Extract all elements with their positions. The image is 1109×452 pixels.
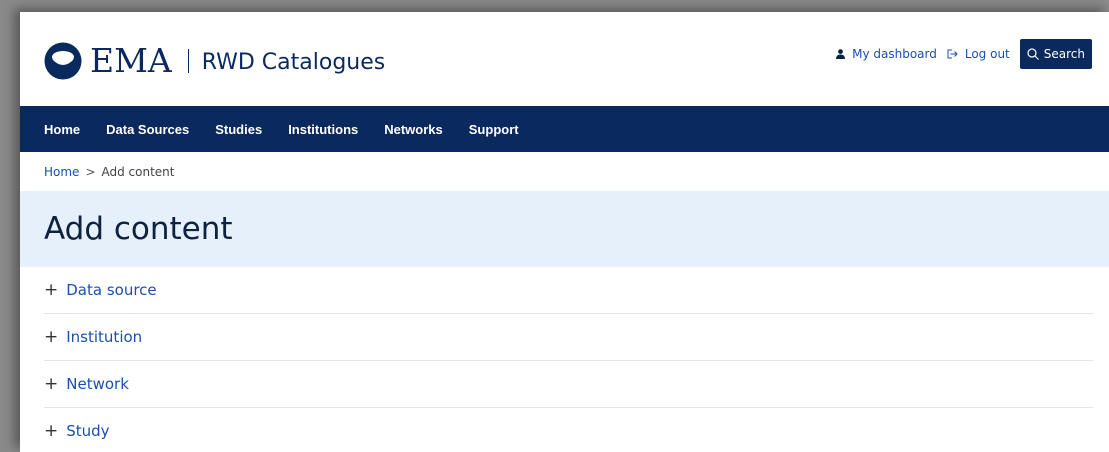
nav-item-support[interactable]: Support	[469, 122, 519, 137]
list-item-label: Network	[66, 375, 129, 393]
user-links: My dashboard Log out Search	[836, 39, 1092, 69]
breadcrumb-separator: >	[85, 164, 96, 179]
search-button[interactable]: Search	[1019, 39, 1092, 69]
list-item-label: Data source	[66, 281, 157, 299]
content-type-list: + Data source + Institution + Network + …	[44, 267, 1093, 452]
nav-item-networks[interactable]: Networks	[384, 122, 443, 137]
nav-item-institutions[interactable]: Institutions	[288, 122, 358, 137]
add-study-link[interactable]: + Study	[44, 408, 1093, 452]
my-dashboard-link[interactable]: My dashboard	[836, 47, 937, 61]
plus-icon: +	[44, 327, 59, 347]
list-item-label: Institution	[66, 328, 143, 346]
add-institution-link[interactable]: + Institution	[44, 314, 1093, 361]
ema-logo-icon	[44, 42, 82, 80]
plus-icon: +	[44, 280, 59, 300]
list-item-label: Study	[66, 422, 110, 440]
nav-item-studies[interactable]: Studies	[215, 122, 262, 137]
add-network-link[interactable]: + Network	[44, 361, 1093, 408]
search-icon	[1027, 48, 1039, 60]
my-dashboard-label: My dashboard	[852, 47, 937, 61]
plus-icon: +	[44, 421, 59, 441]
user-icon	[836, 49, 846, 59]
plus-icon: +	[44, 374, 59, 394]
main-nav: Home Data Sources Studies Institutions N…	[20, 106, 1109, 152]
nav-item-home[interactable]: Home	[44, 122, 80, 137]
log-out-link[interactable]: Log out	[947, 47, 1010, 61]
search-label: Search	[1043, 47, 1085, 61]
page-title: Add content	[44, 211, 233, 247]
breadcrumb: Home > Add content	[20, 152, 1109, 191]
logo-divider	[187, 49, 189, 73]
logo-text: EMA	[90, 41, 172, 80]
breadcrumb-current: Add content	[101, 164, 175, 179]
breadcrumb-home-link[interactable]: Home	[44, 165, 79, 179]
browser-page: EMA RWD Catalogues My dashboard Log out	[20, 12, 1109, 452]
site-name: RWD Catalogues	[201, 50, 386, 75]
site-header: EMA RWD Catalogues My dashboard Log out	[20, 12, 1109, 106]
nav-item-data-sources[interactable]: Data Sources	[106, 122, 189, 137]
add-data-source-link[interactable]: + Data source	[44, 267, 1093, 314]
log-out-label: Log out	[964, 47, 1010, 61]
logout-icon	[947, 49, 958, 59]
page-title-band: Add content	[20, 191, 1109, 267]
ema-logo[interactable]: EMA RWD Catalogues	[44, 40, 385, 82]
